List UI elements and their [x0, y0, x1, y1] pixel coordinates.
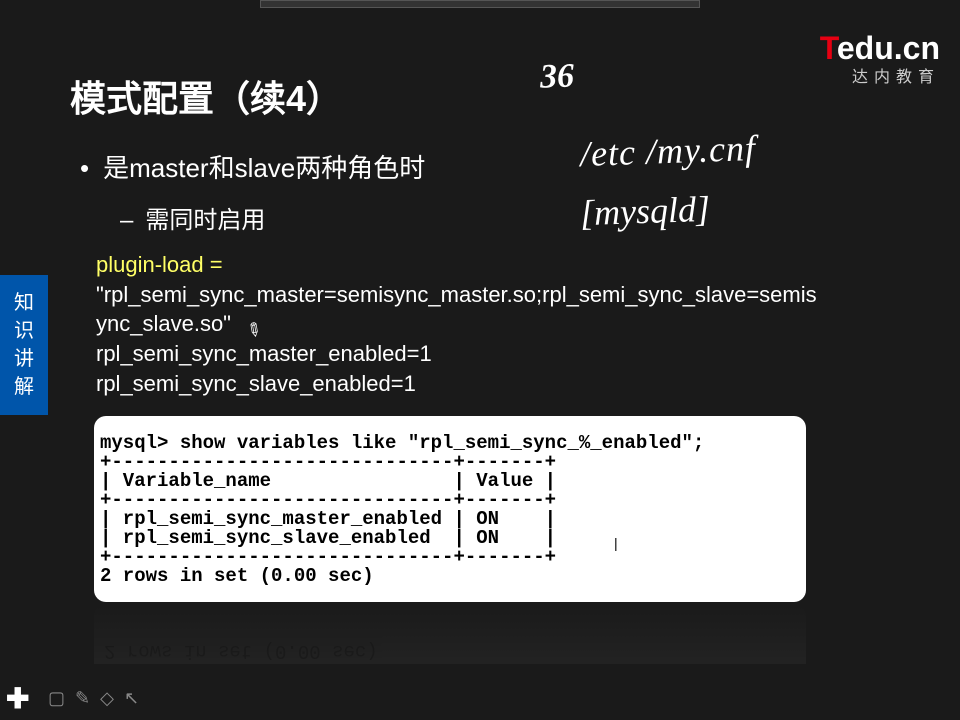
slide-title: 模式配置（续4）: [70, 70, 342, 122]
bottom-toolbar: ✚ ▢ ✎ ◇ ↖: [6, 682, 139, 714]
handwriting-note-1: 36: [539, 57, 574, 96]
config-line-1: plugin-load =: [96, 250, 910, 280]
config-line-4: rpl_semi_sync_slave_enabled=1: [96, 369, 910, 399]
text-cursor-mark: |: [614, 535, 618, 551]
config-line-2b: ync_slave.so": [96, 309, 910, 339]
top-toolbar-placeholder: [260, 0, 700, 8]
sidebar-char-4: 解: [14, 373, 34, 401]
bullet-main: 是master和slave两种角色时: [80, 148, 425, 185]
sidebar-tab[interactable]: 知 识 讲 解: [0, 275, 48, 415]
sidebar-char-3: 讲: [14, 345, 34, 373]
edit-icon[interactable]: ✎: [75, 688, 90, 709]
cursor-icon[interactable]: ↖: [124, 688, 139, 709]
bullet-sub: 需同时启用: [120, 200, 265, 235]
plus-icon[interactable]: ✚: [6, 682, 38, 714]
square-icon[interactable]: ▢: [48, 688, 65, 709]
sidebar-char-2: 识: [14, 317, 34, 345]
handwriting-note-2: /etc /my.cnf: [579, 127, 756, 175]
config-line-3: rpl_semi_sync_master_enabled=1: [96, 339, 910, 369]
terminal-output: mysql> show variables like "rpl_semi_syn…: [94, 416, 806, 602]
config-line-2a: "rpl_semi_sync_master=semisync_master.so…: [96, 280, 910, 310]
terminal-reflection: 2 rows in set (0.00 sec): [94, 604, 806, 664]
config-text-block: plugin-load = "rpl_semi_sync_master=semi…: [96, 250, 910, 398]
logo-letter-t: T: [820, 30, 837, 66]
sidebar-char-1: 知: [14, 289, 34, 317]
handwriting-note-3: [mysqld]: [579, 188, 710, 235]
logo-rest: edu.cn: [837, 30, 940, 66]
eraser-icon[interactable]: ◇: [100, 688, 114, 709]
brand-logo: Tedu.cn 达内教育: [820, 30, 940, 87]
